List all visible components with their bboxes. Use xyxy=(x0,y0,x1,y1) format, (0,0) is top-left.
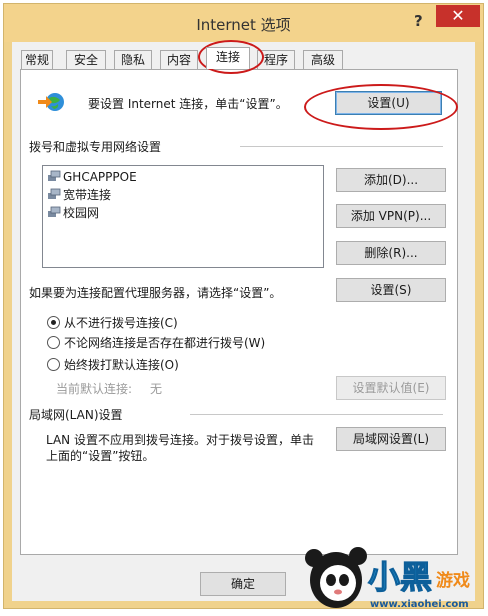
title-bar[interactable]: Internet 选项 ? ✕ xyxy=(4,4,483,42)
add-vpn-button[interactable]: 添加 VPN(P)... xyxy=(336,204,446,228)
proxy-text: 如果要为连接配置代理服务器，请选择“设置”。 xyxy=(29,286,282,300)
tab-security[interactable]: 安全 xyxy=(66,50,106,69)
svg-text:小黑: 小黑 xyxy=(368,558,432,596)
add-button[interactable]: 添加(D)... xyxy=(336,168,446,192)
lan-text-line2: 上面的“设置”按钮。 xyxy=(46,449,155,463)
never-dial-radio[interactable] xyxy=(47,316,60,329)
list-item[interactable]: 宽带连接 xyxy=(47,186,111,204)
close-button[interactable]: ✕ xyxy=(436,5,480,27)
dialup-heading: 拨号和虚拟专用网络设置 xyxy=(29,140,162,154)
dial-whenever-label[interactable]: 不论网络连接是否存在都进行拨号(W) xyxy=(64,334,265,351)
list-item-label: GHCAPPPOE xyxy=(63,170,137,184)
lan-heading: 局域网(LAN)设置 xyxy=(29,408,123,422)
list-item[interactable]: 校园网 xyxy=(47,204,99,222)
window-title: Internet 选项 xyxy=(196,16,291,34)
tab-advanced[interactable]: 高级 xyxy=(303,50,343,69)
connection-list[interactable]: GHCAPPPOE 宽带连接 校园网 xyxy=(42,165,324,268)
lan-text-line1: LAN 设置不应用到拨号连接。对于拨号设置，单击 xyxy=(46,433,314,447)
ok-button[interactable]: 确定 xyxy=(200,572,286,596)
help-button[interactable]: ? xyxy=(414,12,423,30)
tab-general[interactable]: 常规 xyxy=(21,50,53,69)
proxy-settings-button[interactable]: 设置(S) xyxy=(336,278,446,302)
delete-button[interactable]: 删除(R)... xyxy=(336,241,446,265)
section-divider xyxy=(190,414,443,415)
current-default-value: 无 xyxy=(150,382,163,396)
dial-whenever-radio[interactable] xyxy=(47,336,60,349)
tab-programs[interactable]: 程序 xyxy=(257,50,295,69)
lan-settings-button[interactable]: 局域网设置(L) xyxy=(336,427,446,451)
internet-setup-icon xyxy=(36,90,68,114)
setup-text: 要设置 Internet 连接，单击“设置”。 xyxy=(88,97,288,111)
dialup-connection-icon xyxy=(47,169,63,187)
dialup-connection-icon xyxy=(47,187,63,205)
list-item-label: 宽带连接 xyxy=(63,188,112,202)
watermark-logo: 小黑 游戏 www.xiaohei.com xyxy=(298,540,488,613)
set-default-button[interactable]: 设置默认值(E) xyxy=(336,376,446,400)
svg-text:游戏: 游戏 xyxy=(436,570,470,591)
list-item-label: 校园网 xyxy=(63,206,100,220)
always-dial-radio[interactable] xyxy=(47,358,60,371)
tab-content[interactable]: 内容 xyxy=(160,50,198,69)
setup-button[interactable]: 设置(U) xyxy=(335,91,442,115)
tab-connections[interactable]: 连接 xyxy=(206,47,250,69)
tab-privacy[interactable]: 隐私 xyxy=(114,50,152,69)
list-item[interactable]: GHCAPPPOE xyxy=(47,168,137,186)
current-default-label: 当前默认连接: xyxy=(56,382,133,396)
always-dial-label[interactable]: 始终拨打默认连接(O) xyxy=(64,356,179,373)
svg-text:www.xiaohei.com: www.xiaohei.com xyxy=(370,599,469,610)
never-dial-label[interactable]: 从不进行拨号连接(C) xyxy=(64,314,178,331)
dialup-connection-icon xyxy=(47,205,63,223)
section-divider xyxy=(240,146,443,147)
